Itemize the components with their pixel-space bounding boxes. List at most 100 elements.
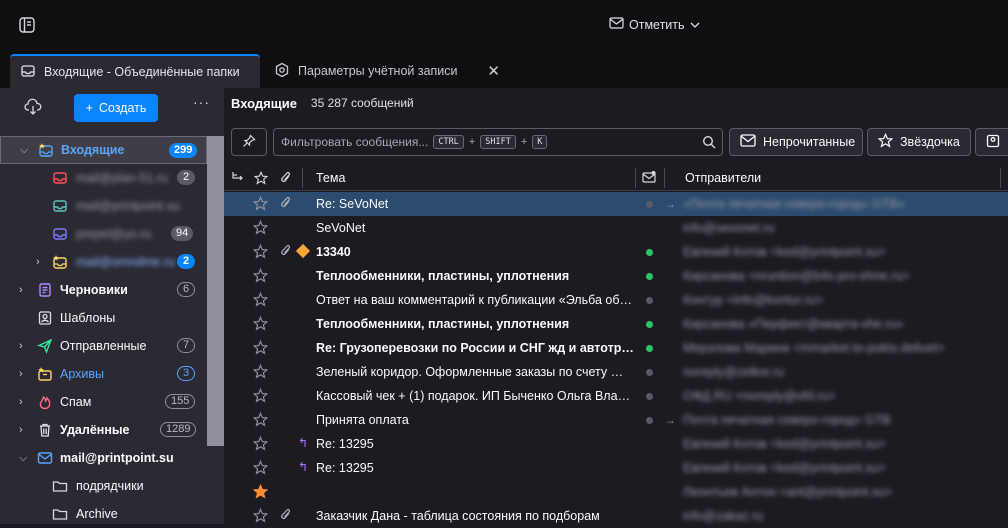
read-status-dot[interactable] xyxy=(646,369,653,376)
message-row[interactable]: Теплообменники, пластины, уплотнения Кир… xyxy=(224,312,1008,336)
read-status-dot[interactable] xyxy=(646,249,653,256)
unread-badge: 94 xyxy=(171,226,194,241)
folder-archives[interactable]: › Архивы 3 xyxy=(0,360,207,388)
folder-contractors[interactable]: подрядчики xyxy=(0,472,207,500)
close-tab-icon[interactable]: ✕ xyxy=(487,62,500,80)
read-status-dot[interactable] xyxy=(646,393,653,400)
more-options-icon[interactable]: ··· xyxy=(193,94,210,110)
column-separator[interactable] xyxy=(664,168,665,188)
folder-account-inbox[interactable]: prepel@yo.ru 94 xyxy=(0,220,207,248)
search-icon[interactable] xyxy=(702,135,716,152)
starred-filter-button[interactable]: Звёздочка xyxy=(867,128,971,156)
read-status-dot[interactable] xyxy=(646,297,653,304)
starred-icon[interactable] xyxy=(252,483,269,499)
message-list-header: Входящие 35 287 сообщений xyxy=(224,88,1008,118)
star-toggle-icon[interactable] xyxy=(252,243,269,259)
star-toggle-icon[interactable] xyxy=(252,411,269,427)
folder-trash[interactable]: › Удалённые 1289 xyxy=(0,416,207,444)
flame-icon xyxy=(37,394,53,410)
app-menu-icon[interactable] xyxy=(18,16,36,34)
message-row[interactable]: Re: SeVoNet → «Почта печатная северо-гор… xyxy=(224,192,1008,216)
create-button[interactable]: + Создать xyxy=(74,94,158,122)
count-badge: 6 xyxy=(177,282,196,297)
subject-column-header[interactable]: Тема xyxy=(316,171,345,185)
chevron-right-icon[interactable]: › xyxy=(19,396,29,408)
forwarded-icon: → xyxy=(664,413,676,427)
read-status-dot[interactable] xyxy=(646,345,653,352)
read-status-dot[interactable] xyxy=(646,201,653,208)
folder-title: Входящие xyxy=(231,95,297,111)
read-status-dot[interactable] xyxy=(646,417,653,424)
message-row[interactable]: 13340 Евгений Котов <ked@printpoint.su> xyxy=(224,240,1008,264)
chevron-right-icon[interactable]: › xyxy=(19,368,29,380)
folder-icon xyxy=(52,478,68,494)
tab-account-settings[interactable]: Параметры учётной записи ✕ xyxy=(264,54,514,88)
star-toggle-icon[interactable] xyxy=(252,339,269,355)
star-toggle-icon[interactable] xyxy=(252,363,269,379)
folder-drafts[interactable]: › Черновики 6 xyxy=(0,276,207,304)
read-status-dot[interactable] xyxy=(646,321,653,328)
tab-inbox[interactable]: Входящие - Объединённые папки xyxy=(10,54,260,88)
read-column-icon[interactable] xyxy=(642,170,656,186)
message-row[interactable]: Зеленый коридор. Оформленные заказы по с… xyxy=(224,360,1008,384)
column-separator[interactable] xyxy=(635,168,636,188)
folder-spam[interactable]: › Спам 155 xyxy=(0,388,207,416)
scrollbar-thumb[interactable] xyxy=(207,136,224,446)
chevron-down-icon[interactable]: ⌵ xyxy=(19,452,29,465)
message-row[interactable]: Кассовый чек + (1) подарок. ИП Быченко О… xyxy=(224,384,1008,408)
star-toggle-icon[interactable] xyxy=(252,435,269,451)
message-row[interactable]: Ответ на ваш комментарий к публикации «Э… xyxy=(224,288,1008,312)
message-sender: Евгений Котов <ked@printpoint.su> xyxy=(683,245,886,259)
senders-column-header[interactable]: Отправители xyxy=(685,171,761,185)
chevron-right-icon[interactable]: › xyxy=(19,284,29,296)
folder-scrollbar[interactable] xyxy=(207,136,224,524)
star-toggle-icon[interactable] xyxy=(252,267,269,283)
folder-account-inbox[interactable]: mail@printpoint.su xyxy=(0,192,207,220)
folder-label: mail@printpoint.su xyxy=(60,451,174,465)
thread-column-icon[interactable] xyxy=(231,171,244,187)
star-toggle-icon[interactable] xyxy=(252,315,269,331)
filter-messages-input[interactable]: Фильтровать сообщения... CTRL + SHIFT + … xyxy=(273,128,723,156)
star-toggle-icon[interactable] xyxy=(252,387,269,403)
star-toggle-icon[interactable] xyxy=(252,507,269,523)
attachment-column-icon[interactable] xyxy=(280,171,292,188)
message-row[interactable]: ↰ Re: 13295 Евгений Котов <ked@printpoin… xyxy=(224,432,1008,456)
message-subject: Зеленый коридор. Оформленные заказы по с… xyxy=(316,365,636,379)
message-row[interactable]: Заказчик Дана - таблица состояния по под… xyxy=(224,504,1008,528)
folder-label: подрядчики xyxy=(76,479,144,493)
star-toggle-icon[interactable] xyxy=(252,195,269,211)
message-subject: Заказчик Дана - таблица состояния по под… xyxy=(316,509,600,523)
message-row[interactable]: ↰ Re: 13295 Евгений Котов <ked@printpoin… xyxy=(224,456,1008,480)
column-separator[interactable] xyxy=(302,168,303,188)
star-toggle-icon[interactable] xyxy=(252,459,269,475)
folder-templates[interactable]: Шаблоны xyxy=(0,304,207,332)
message-sender: Кирсанова <nruntion@b4s-pro-ehne.ru> xyxy=(683,269,910,283)
chevron-right-icon[interactable]: › xyxy=(19,424,29,436)
column-separator[interactable] xyxy=(1000,168,1001,188)
folder-account-inbox[interactable]: › mail@omndme.ru 2 xyxy=(0,248,207,276)
folder-inbox[interactable]: ⌵ Входящие 299 xyxy=(0,136,207,164)
message-row[interactable]: Re: Грузоперевозки по России и СНГ жд и … xyxy=(224,336,1008,360)
get-messages-icon[interactable] xyxy=(24,98,42,116)
star-column-icon[interactable] xyxy=(253,170,269,188)
title-bar: Отметить xyxy=(0,0,1008,50)
pin-filter-button[interactable] xyxy=(231,128,267,156)
star-toggle-icon[interactable] xyxy=(252,219,269,235)
read-status-dot[interactable] xyxy=(646,273,653,280)
message-row[interactable]: Теплообменники, пластины, уплотнения Кир… xyxy=(224,264,1008,288)
contact-filter-button[interactable] xyxy=(975,128,1008,156)
message-subject: Re: Грузоперевозки по России и СНГ жд и … xyxy=(316,341,636,355)
chevron-right-icon[interactable]: › xyxy=(36,256,46,268)
star-toggle-icon[interactable] xyxy=(252,291,269,307)
chevron-down-icon[interactable]: ⌵ xyxy=(20,144,30,157)
message-row[interactable]: Принята оплата → Почта печатная северо-г… xyxy=(224,408,1008,432)
chevron-right-icon[interactable]: › xyxy=(19,340,29,352)
message-row[interactable]: Леонтьев Антон <ant@printpoint.su> xyxy=(224,480,1008,504)
unread-filter-button[interactable]: Непрочитанные xyxy=(729,128,863,156)
message-row[interactable]: SeVoNet info@sevonet.ru xyxy=(224,216,1008,240)
mark-menu-button[interactable]: Отметить xyxy=(609,17,700,32)
folder-account-inbox[interactable]: mail@plan-51.ru 2 xyxy=(0,164,207,192)
folder-label: Черновики xyxy=(60,283,128,297)
folder-sent[interactable]: › Отправленные 7 xyxy=(0,332,207,360)
account-printpoint[interactable]: ⌵ mail@printpoint.su xyxy=(0,444,207,472)
